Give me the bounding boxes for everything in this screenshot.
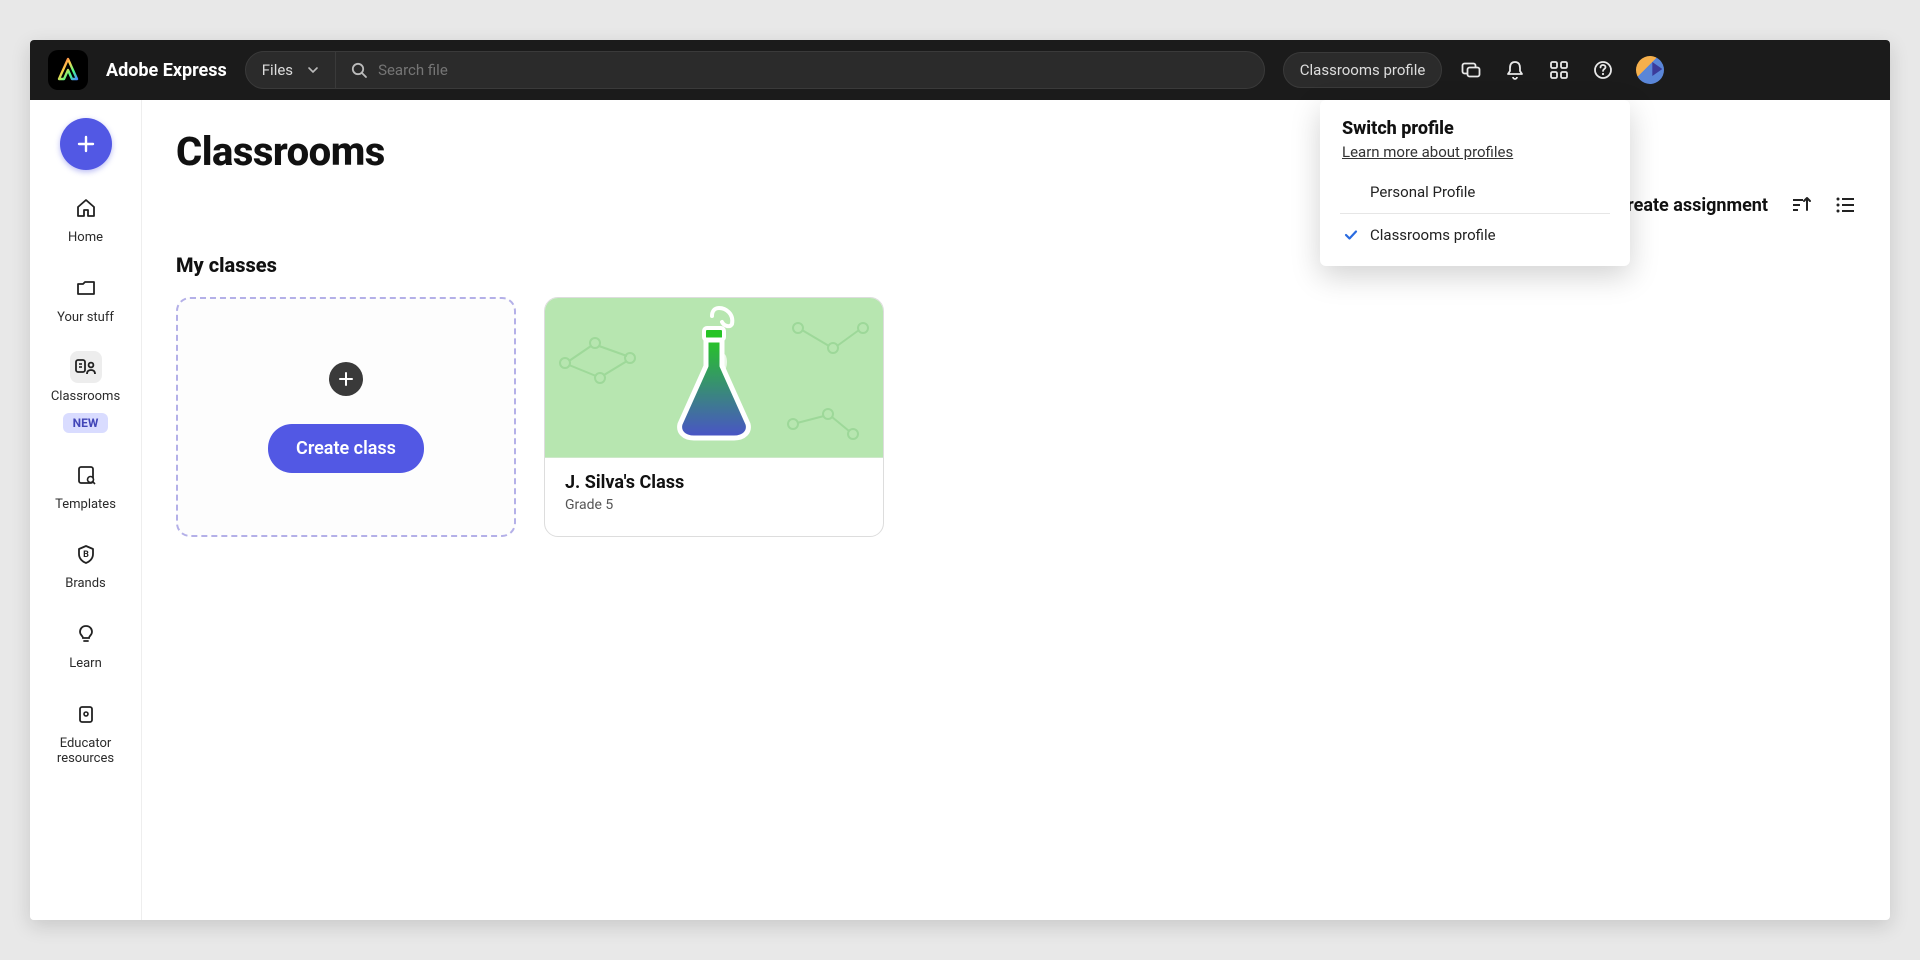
profile-dropdown: Switch profile Learn more about profiles… xyxy=(1320,100,1630,266)
list-view-icon[interactable] xyxy=(1834,194,1856,216)
learn-more-link[interactable]: Learn more about profiles xyxy=(1342,143,1513,161)
user-avatar[interactable] xyxy=(1636,56,1664,84)
beaker-icon xyxy=(664,306,764,446)
educator-resources-icon xyxy=(70,698,102,730)
profile-option-classrooms[interactable]: Classrooms profile xyxy=(1342,214,1608,256)
search-input[interactable] xyxy=(378,61,1250,79)
classroom-icon xyxy=(70,351,102,383)
profile-option-label: Classrooms profile xyxy=(1370,226,1496,244)
sidebar-item-label: Templates xyxy=(55,497,116,513)
help-icon[interactable] xyxy=(1592,59,1614,81)
sidebar-item-educator-resources[interactable]: Educator resources xyxy=(30,694,141,771)
sidebar-item-label: Learn xyxy=(69,656,102,672)
dropdown-title: Switch profile xyxy=(1342,118,1608,139)
sidebar-item-label: Brands xyxy=(65,576,106,592)
sidebar-item-label: Educator resources xyxy=(57,736,114,767)
classes-grid: Create class xyxy=(176,297,1856,537)
class-card[interactable]: J. Silva's Class Grade 5 xyxy=(544,297,884,537)
class-name: J. Silva's Class xyxy=(565,472,863,493)
sidebar-item-label: Home xyxy=(68,230,103,246)
chevron-down-icon xyxy=(307,64,319,76)
create-class-button[interactable]: Create class xyxy=(268,424,424,473)
top-bar: Adobe Express Files Classrooms profile xyxy=(30,40,1890,100)
create-assignment-button[interactable]: Create assignment xyxy=(1615,195,1768,216)
svg-text:B: B xyxy=(83,550,89,560)
sidebar-item-classrooms[interactable]: Classrooms NEW xyxy=(30,347,141,437)
sidebar-item-home[interactable]: Home xyxy=(30,188,141,250)
search-bar: Files xyxy=(245,51,1265,89)
sort-icon[interactable] xyxy=(1790,194,1812,216)
top-icons xyxy=(1460,56,1664,84)
search-scope-dropdown[interactable]: Files xyxy=(246,52,336,88)
search-input-wrap xyxy=(336,61,1264,79)
templates-icon xyxy=(70,459,102,491)
sidebar-item-label: Classrooms xyxy=(51,389,120,405)
page-actions: Create assignment xyxy=(1615,194,1856,216)
class-card-hero xyxy=(545,298,883,458)
search-icon xyxy=(350,61,368,79)
apps-grid-icon[interactable] xyxy=(1548,59,1570,81)
new-button[interactable] xyxy=(60,118,112,170)
new-badge: NEW xyxy=(63,413,109,433)
sidebar-item-your-stuff[interactable]: Your stuff xyxy=(30,268,141,330)
brands-icon: B xyxy=(70,538,102,570)
app-window: Adobe Express Files Classrooms profile xyxy=(30,40,1890,920)
profile-chip[interactable]: Classrooms profile xyxy=(1283,52,1443,88)
home-icon xyxy=(70,192,102,224)
folder-icon xyxy=(70,272,102,304)
adobe-express-logo-icon[interactable] xyxy=(48,50,88,90)
brand-name: Adobe Express xyxy=(106,60,227,81)
profile-option-label: Personal Profile xyxy=(1370,183,1475,201)
class-grade: Grade 5 xyxy=(565,497,863,513)
sidebar-item-brands[interactable]: B Brands xyxy=(30,534,141,596)
class-card-info: J. Silva's Class Grade 5 xyxy=(545,458,883,527)
sidebar: Home Your stuff Classrooms NEW Templ xyxy=(30,100,142,920)
plus-circle-icon xyxy=(329,362,363,396)
learn-icon xyxy=(70,618,102,650)
sidebar-item-label: Your stuff xyxy=(57,310,114,326)
bell-icon[interactable] xyxy=(1504,59,1526,81)
check-icon xyxy=(1344,228,1360,242)
chat-icon[interactable] xyxy=(1460,59,1482,81)
create-class-card[interactable]: Create class xyxy=(176,297,516,537)
sidebar-item-templates[interactable]: Templates xyxy=(30,455,141,517)
sidebar-item-learn[interactable]: Learn xyxy=(30,614,141,676)
search-scope-label: Files xyxy=(262,61,293,79)
profile-option-personal[interactable]: Personal Profile xyxy=(1342,171,1608,213)
